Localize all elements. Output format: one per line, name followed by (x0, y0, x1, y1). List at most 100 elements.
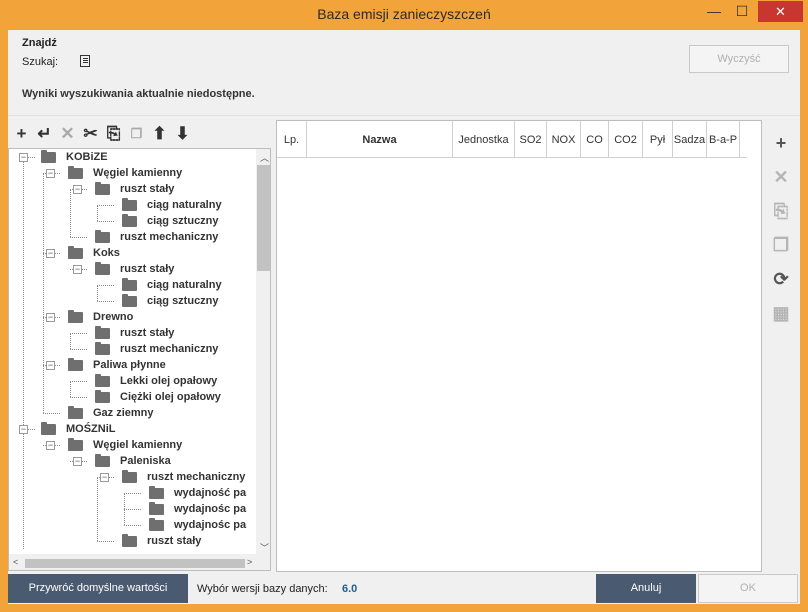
tree-connector (97, 301, 114, 302)
tree-node[interactable]: Koks (68, 245, 120, 261)
calculator-icon[interactable]: ▦ (768, 296, 794, 330)
tree-node[interactable]: ruszt stały (95, 261, 174, 277)
delete-icon[interactable]: ✕ (56, 123, 79, 145)
column-sadza[interactable]: Sadza (673, 121, 707, 158)
tree-connector (124, 493, 141, 494)
save-down-icon[interactable]: ⬇ (171, 123, 194, 145)
folder-icon (149, 485, 164, 499)
folder-icon (95, 325, 110, 339)
tree-node[interactable]: ruszt mechaniczny (122, 469, 245, 485)
tree-node[interactable]: Paliwa płynne (68, 357, 166, 373)
maximize-button[interactable]: ☐ (728, 1, 756, 22)
tree-node[interactable]: KOBiZE (41, 149, 108, 165)
minimize-button[interactable]: — (700, 1, 728, 22)
tree-connector (70, 381, 71, 397)
collapse-icon[interactable]: − (73, 457, 82, 466)
tree-node[interactable]: Drewno (68, 309, 133, 325)
version-label: Wybór wersji bazy danych: (197, 583, 328, 595)
scroll-down-icon[interactable]: ﹀ (260, 541, 269, 554)
scroll-up-icon[interactable]: ︿ (260, 151, 269, 164)
tree-connector (70, 397, 87, 398)
tree-node[interactable]: wydajnośc pa (149, 501, 246, 517)
version-select[interactable]: 6.0 (342, 583, 357, 595)
cancel-button[interactable]: Anuluj (596, 574, 696, 603)
ok-button[interactable]: OK (698, 574, 798, 603)
tree-node[interactable]: Paleniska (95, 453, 171, 469)
tree-node[interactable]: Ciężki olej opałowy (95, 389, 221, 405)
column-nox[interactable]: NOX (547, 121, 581, 158)
tree-node[interactable]: ciąg sztuczny (122, 293, 219, 309)
refresh-icon[interactable]: ⟳ (768, 262, 794, 296)
category-tree[interactable]: ruszt stały wydajnośc pa wydajnośc pa wydaj… (8, 148, 271, 571)
collapse-icon[interactable]: − (46, 169, 55, 178)
cut-icon[interactable]: ✂ (79, 123, 102, 145)
tree-node-label: Drewno (93, 311, 134, 323)
save-up-icon[interactable]: ⬆ (148, 123, 171, 145)
folder-icon (41, 149, 56, 163)
tree-vertical-scroll-thumb[interactable] (257, 165, 270, 271)
close-button[interactable]: ✕ (758, 1, 803, 22)
collapse-icon[interactable]: − (73, 265, 82, 274)
collapse-icon[interactable]: − (46, 441, 55, 450)
tree-node[interactable]: ciąg naturalny (122, 277, 222, 293)
tree-node[interactable]: Węgiel kamienny (68, 165, 182, 181)
collapse-icon[interactable]: − (46, 361, 55, 370)
tree-node[interactable]: MOŚZNiL (41, 421, 116, 437)
copy-icon[interactable]: ⎘ (768, 194, 794, 228)
collapse-icon[interactable]: − (19, 425, 28, 434)
collapse-icon[interactable]: − (46, 249, 55, 258)
collapse-icon[interactable]: − (73, 185, 82, 194)
column-lp[interactable]: Lp. (277, 121, 307, 158)
tree-node[interactable]: Gaz ziemny (68, 405, 154, 421)
tree-node-label: ruszt mechaniczny (147, 471, 246, 483)
tree-node[interactable]: ruszt stały (95, 181, 174, 197)
tree-connector (43, 365, 44, 413)
scroll-right-icon[interactable]: > (247, 557, 252, 567)
tree-connector (43, 317, 44, 365)
column-so2[interactable]: SO2 (515, 121, 547, 158)
delete-icon[interactable]: ✕ (768, 160, 794, 194)
tree-toolbar: + ↵ ✕ ✂ ⎘ ❐ ⬆ ⬇ (10, 123, 194, 145)
tree-node[interactable]: ruszt mechaniczny (95, 229, 218, 245)
tree-node[interactable]: Lekki olej opałowy (95, 373, 217, 389)
tree-node[interactable]: ruszt stały (122, 533, 201, 549)
tree-connector (97, 221, 114, 222)
emission-grid[interactable]: Lp. Nazwa Jednostka SO2 NOX CO CO2 Pył S… (276, 120, 762, 572)
tree-node-label: ciąg naturalny (147, 199, 222, 211)
column-co[interactable]: CO (581, 121, 609, 158)
clear-button[interactable]: Wyczyść (689, 45, 789, 73)
document-icon[interactable] (80, 55, 90, 67)
restore-defaults-button[interactable]: Przywróć domyślne wartości (8, 574, 188, 603)
folder-icon (95, 181, 110, 195)
collapse-icon[interactable]: − (100, 473, 109, 482)
add-icon[interactable]: + (768, 126, 794, 160)
column-jednostka[interactable]: Jednostka (453, 121, 515, 158)
tree-node[interactable]: Węgiel kamienny (68, 437, 182, 453)
folder-icon (95, 229, 110, 243)
insert-child-icon[interactable]: ↵ (33, 123, 56, 145)
column-co2[interactable]: CO2 (609, 121, 643, 158)
copy-icon[interactable]: ⎘ (102, 123, 125, 145)
tree-connector (124, 525, 141, 526)
tree-horizontal-scroll-thumb[interactable] (25, 559, 245, 568)
add-icon[interactable]: + (10, 123, 33, 145)
folder-icon (95, 261, 110, 275)
tree-node[interactable]: ruszt mechaniczny (95, 341, 218, 357)
column-nazwa[interactable]: Nazwa (307, 121, 453, 158)
scroll-left-icon[interactable]: < (13, 557, 18, 567)
tree-node[interactable]: ruszt stały (95, 325, 174, 341)
tree-node-label: ciąg sztuczny (147, 295, 219, 307)
find-section-title: Znajdź (22, 37, 57, 49)
tree-node[interactable]: wydajność pa (149, 485, 246, 501)
collapse-icon[interactable]: − (46, 313, 55, 322)
tree-node[interactable]: wydajnośc pa (149, 517, 246, 533)
collapse-icon[interactable]: − (19, 153, 28, 162)
column-bap[interactable]: B-a-P (707, 121, 740, 158)
tree-node-label: ciąg sztuczny (147, 215, 219, 227)
tree-node[interactable]: ciąg naturalny (122, 197, 222, 213)
column-pyl[interactable]: Pył (643, 121, 673, 158)
paste-icon[interactable]: ❐ (768, 228, 794, 262)
tree-node[interactable]: ciąg sztuczny (122, 213, 219, 229)
tree-connector (43, 253, 44, 317)
paste-icon[interactable]: ❐ (125, 123, 148, 145)
